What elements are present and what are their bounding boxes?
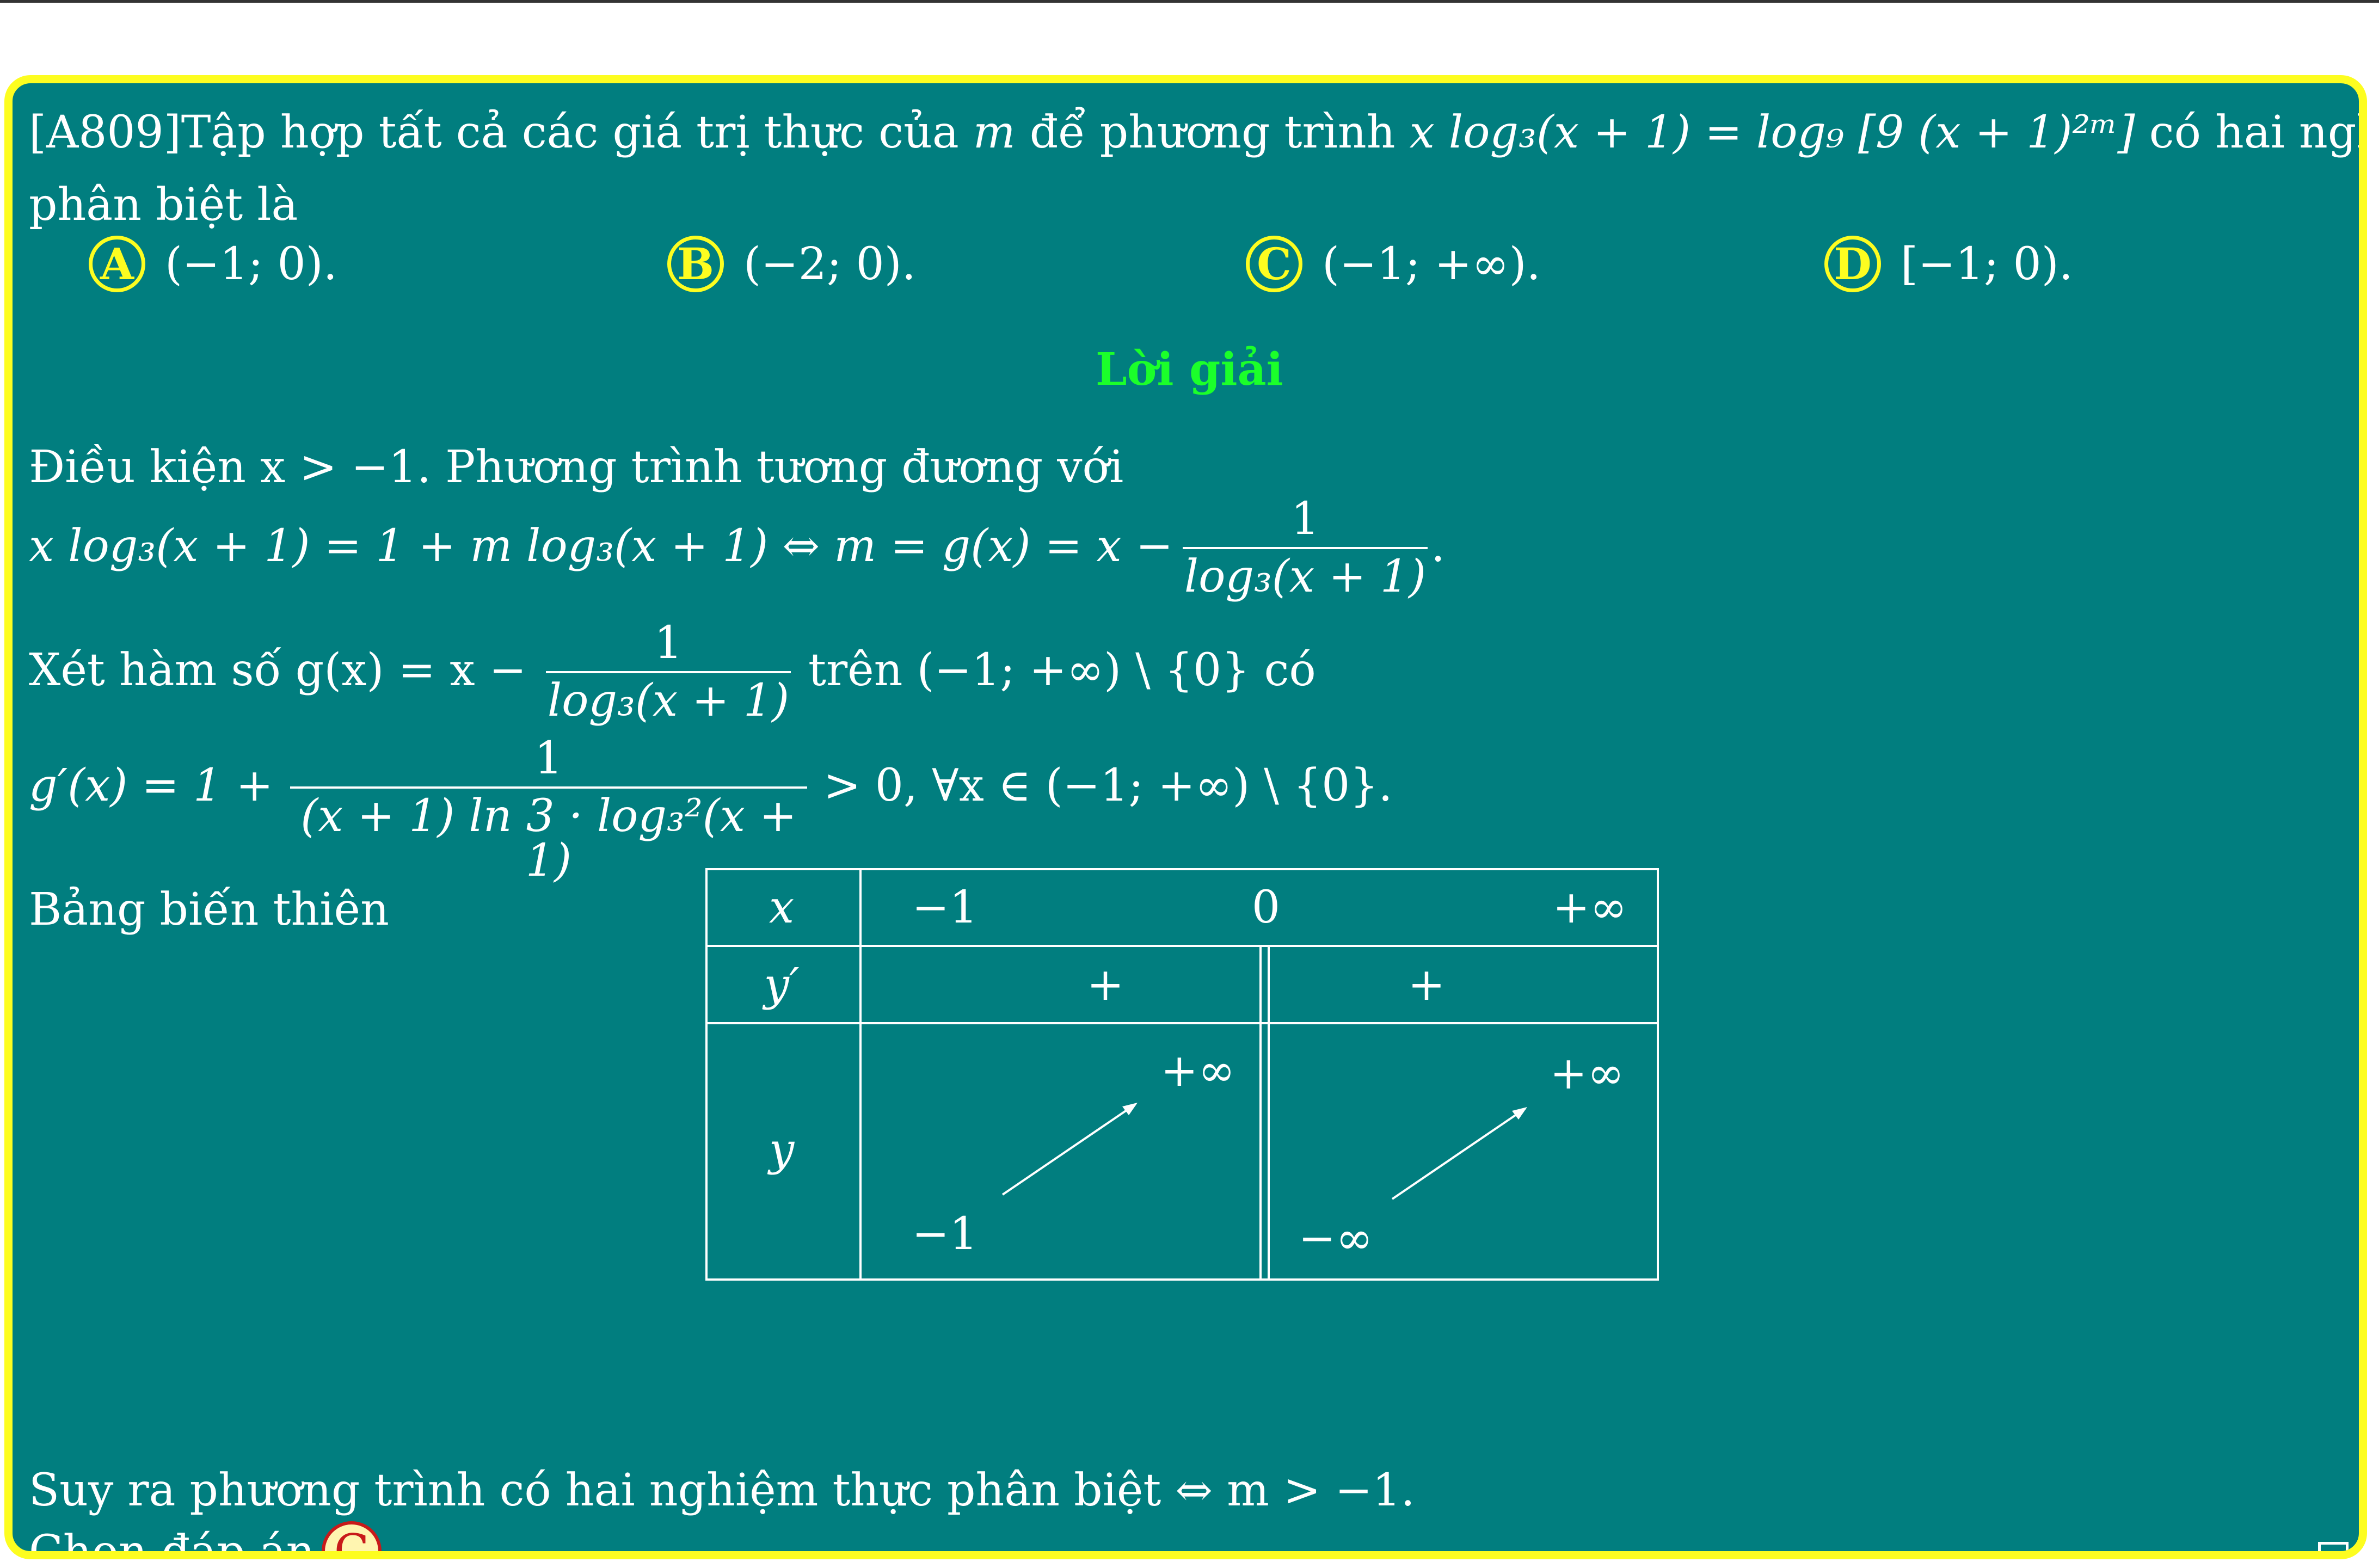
solution-derivative-positive: > 0, ∀x ∈ (−1; +∞) \ {0}. — [823, 760, 1393, 811]
x-value-minus1: −1 — [912, 882, 978, 933]
answer-badge: C — [322, 1521, 382, 1551]
arrow-left-line — [1001, 1103, 1136, 1196]
solution-equivalence: x log₃(x + 1) = 1 + m log₃(x + 1) ⇔ m = … — [29, 520, 1173, 572]
choice-d-badge[interactable]: D — [1824, 236, 1881, 292]
sign-right: + — [1408, 959, 1446, 1011]
fraction-derivative: 1 (x + 1) ln 3 · log₃²(x + 1) — [290, 736, 807, 883]
fraction-g-repeat: 1 log₃(x + 1) — [546, 621, 791, 723]
x-value-plusinf: +∞ — [1552, 882, 1627, 933]
row-label-x: x — [769, 882, 794, 933]
solution-condition: Điều kiện x > −1. Phương trình tương đươ… — [29, 441, 1124, 493]
choice-b-text: (−2; 0). — [743, 238, 916, 290]
row-label-yprime: y′ — [762, 959, 800, 1011]
fraction-derivative-numerator: 1 — [534, 733, 563, 784]
x-value-zero: 0 — [1252, 882, 1280, 933]
choice-d-text: [−1; 0). — [1901, 238, 2073, 290]
choice-a-badge[interactable]: A — [89, 236, 145, 292]
arrow-right-head — [1512, 1107, 1527, 1120]
choice-c-text: (−1; +∞). — [1322, 238, 1541, 290]
solution-derivative: g′(x) = 1 + — [29, 760, 274, 811]
question-var-m: m — [973, 107, 1016, 158]
fraction-g-repeat-numerator: 1 — [654, 617, 683, 669]
question-stem-end: có hai nghiệm — [2149, 107, 2359, 158]
question-line-1: [A809]Tập hợp tất cả các giá trị thực củ… — [29, 107, 2359, 158]
question-equation: x log₃(x + 1) = log₉ [9 (x + 1)²ᵐ] — [1409, 107, 2135, 158]
choice-a-text: (−1; 0). — [165, 238, 337, 290]
top-rule — [0, 0, 2379, 3]
problem-card: [A809]Tập hợp tất cả các giá trị thực củ… — [4, 75, 2367, 1559]
fraction-g-denominator: log₃(x + 1) — [1184, 551, 1427, 602]
solution-function-def: Xét hàm số g(x) = x − — [29, 644, 527, 696]
variation-table: x y′ y −1 0 +∞ + + −1 +∞ −∞ +∞ — [705, 868, 1659, 1281]
choice-c-badge[interactable]: C — [1246, 236, 1302, 292]
solution-heading: Lời giải — [1096, 343, 1283, 396]
fraction-g-bar — [1183, 547, 1428, 549]
y-right-bottom: −∞ — [1298, 1213, 1373, 1264]
question-stem-mid: để phương trình — [1015, 107, 1410, 158]
solution-line2-period: . — [1431, 520, 1446, 572]
y-left-bottom: −1 — [912, 1208, 978, 1260]
arrow-right-line — [1391, 1108, 1526, 1200]
qed-square — [2318, 1542, 2349, 1551]
sign-left: + — [1087, 959, 1124, 1011]
solution-conclusion: Suy ra phương trình có hai nghiệm thực p… — [29, 1465, 1415, 1516]
question-line-2: phân biệt là — [29, 179, 298, 231]
solution-domain: trên (−1; +∞) \ {0} có — [808, 644, 1316, 696]
fraction-g-repeat-denominator: log₃(x + 1) — [547, 675, 790, 727]
row-label-y: y — [767, 1124, 795, 1176]
choice-b-badge[interactable]: B — [667, 236, 724, 292]
choose-answer-label: Chọn đáp án — [29, 1526, 315, 1559]
fraction-g-numerator: 1 — [1290, 493, 1320, 545]
arrow-left-head — [1122, 1103, 1138, 1115]
y-right-top: +∞ — [1550, 1048, 1624, 1099]
question-code: [A809] — [29, 107, 181, 158]
fraction-g-repeat-bar — [546, 671, 791, 673]
fraction-g: 1 log₃(x + 1) — [1183, 497, 1428, 599]
question-stem-start: Tập hợp tất cả các giá trị thực của — [181, 107, 973, 158]
y-left-top: +∞ — [1160, 1045, 1235, 1097]
variation-table-caption: Bảng biến thiên — [29, 884, 389, 936]
fraction-derivative-bar — [290, 786, 807, 789]
